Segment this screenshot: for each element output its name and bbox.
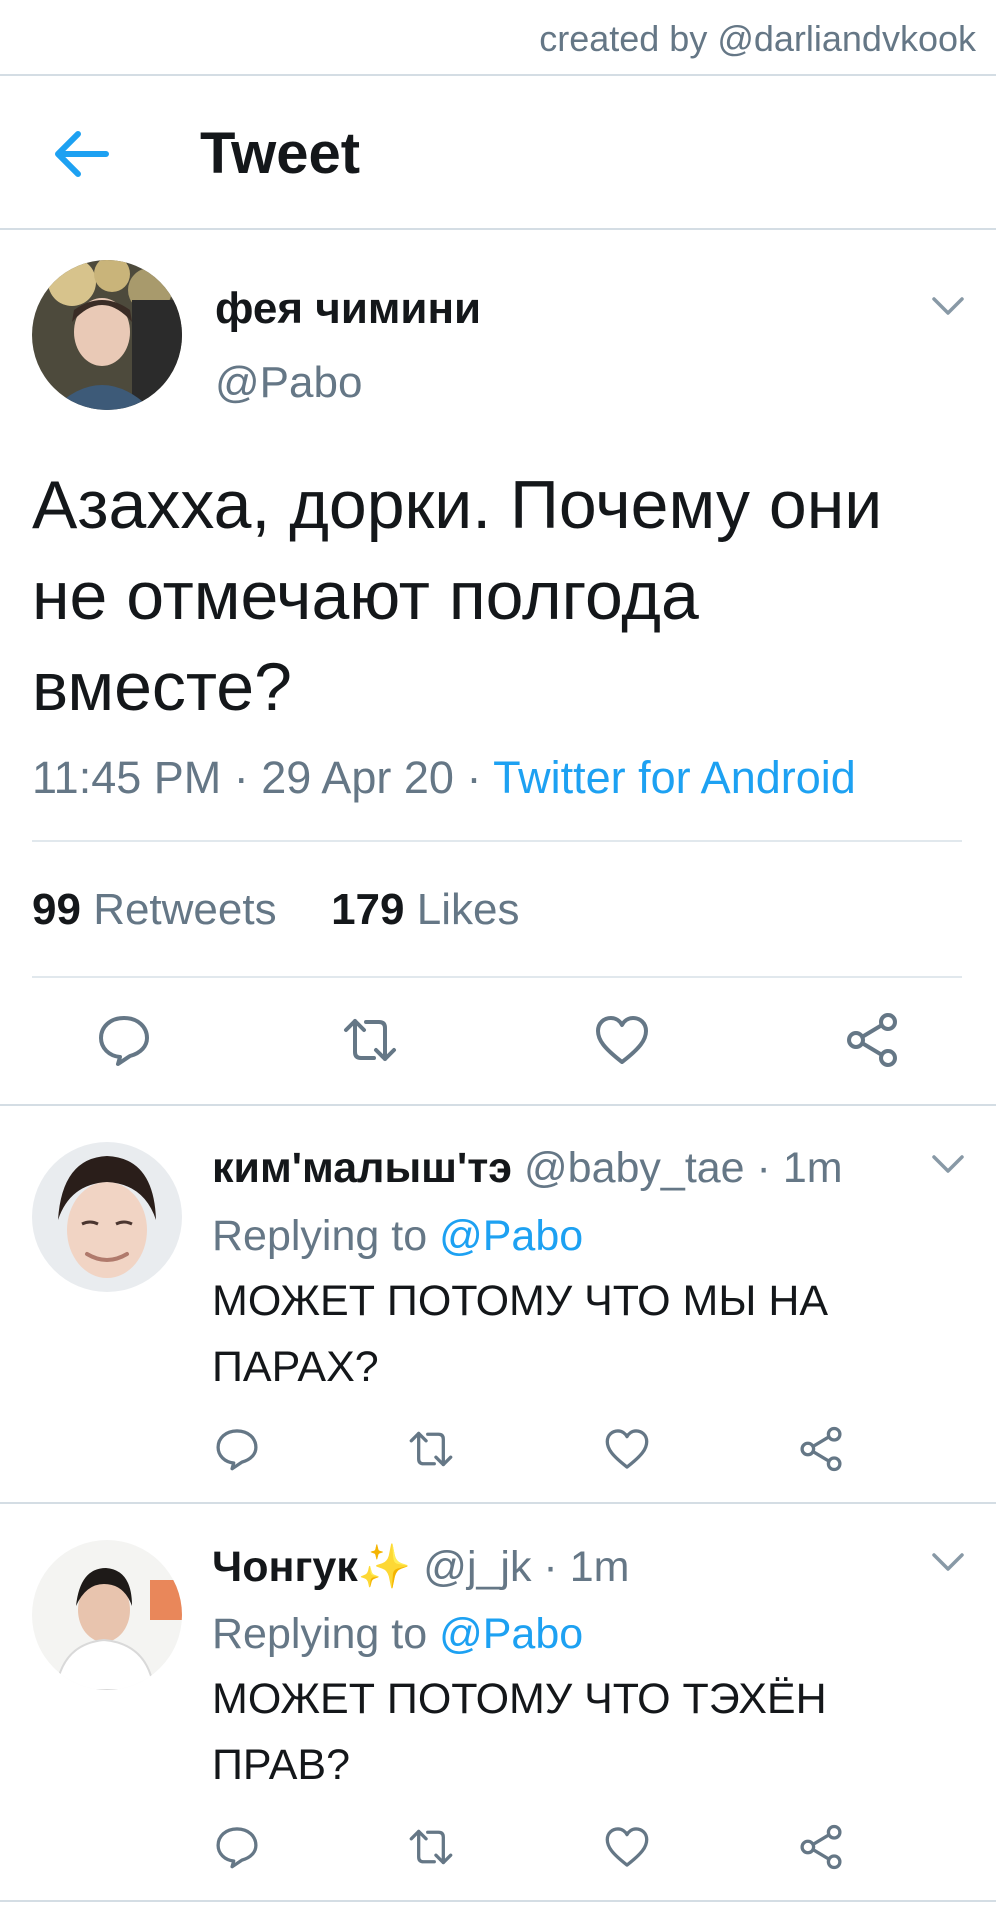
reply-author-name[interactable]: Чонгук [212,1543,358,1591]
reply-text: МОЖЕТ ПОТОМУ ЧТО ТЭХЁН ПРАВ? [212,1675,827,1789]
meta-separator: · [453,752,494,803]
reply-button[interactable] [96,1012,152,1068]
divider [0,1900,996,1902]
author-name[interactable]: фея чимини [215,284,481,334]
reply-icon [216,1429,258,1471]
meta-separator: · [531,1543,570,1591]
meta-separator: · [744,1144,783,1192]
share-icon [847,1013,897,1067]
replying-to: Replying to @Pabo [212,1212,583,1261]
avatar[interactable] [32,260,182,410]
likes-count: 179 [331,885,405,934]
replying-to: Replying to @Pabo [212,1610,583,1659]
avatar[interactable] [32,1142,182,1292]
retweet-icon [344,1019,396,1061]
reply-time: 1m [569,1543,630,1591]
more-options-button[interactable] [930,1550,966,1574]
chevron-down-icon [932,1553,964,1571]
retweets-stat[interactable]: 99 Retweets [32,885,277,934]
page-title: Tweet [200,121,361,186]
like-button[interactable] [604,1426,650,1472]
replying-prefix: Replying to [212,1610,428,1658]
divider [0,1502,996,1504]
retweet-icon [409,1431,453,1467]
tweet-source-link[interactable]: Twitter for Android [493,752,856,803]
share-icon [800,1824,842,1870]
reply-header: Чонгук✨ @j_jk · 1m [212,1542,629,1592]
reply-icon [99,1016,149,1066]
like-button[interactable] [594,1012,650,1068]
like-button[interactable] [604,1824,650,1870]
header-divider [0,228,996,230]
chevron-down-icon [932,1155,964,1173]
replying-to-handle[interactable]: @Pabo [439,1212,583,1260]
avatar[interactable] [32,1540,182,1690]
reply-header: ким'малыш'тэ @baby_tae · 1m [212,1144,843,1193]
retweet-button[interactable] [408,1426,454,1472]
top-divider [0,74,996,76]
retweets-label: Retweets [93,885,277,934]
share-button[interactable] [798,1426,844,1472]
heart-icon [605,1429,649,1469]
reply-text: МОЖЕТ ПОТОМУ ЧТО МЫ НА ПАРАХ? [212,1277,829,1391]
divider [0,1104,996,1106]
tweet-text: Азахха, дорки. Почему они не отмечают по… [32,467,883,725]
tweet-date: 29 Apr 20 [261,752,454,803]
tweet-stats: 99 Retweets 179 Likes [32,885,519,935]
reply-author-handle[interactable]: @j_jk [423,1543,531,1591]
retweet-icon [409,1829,453,1865]
divider [32,840,962,842]
reply-icon [216,1827,258,1869]
divider [32,976,962,978]
meta-separator: · [221,752,262,803]
reply-author-handle[interactable]: @baby_tae [524,1144,745,1192]
reply-time: 1m [782,1144,843,1192]
retweet-button[interactable] [342,1012,398,1068]
more-options-button[interactable] [930,1152,966,1176]
credit-watermark: created by @darliandvkook [539,18,976,59]
tweet-time: 11:45 PM [32,752,222,803]
back-button[interactable] [50,128,110,180]
chevron-down-icon [932,297,964,315]
likes-label: Likes [416,885,520,934]
reply-author-name[interactable]: ким'малыш'тэ [212,1144,512,1192]
tweet-meta: 11:45 PM · 29 Apr 20 · Twitter for Andro… [32,752,856,804]
heart-icon [596,1016,648,1064]
arrow-left-icon [55,131,109,177]
retweets-count: 99 [32,885,81,934]
share-button[interactable] [844,1012,900,1068]
heart-icon [605,1827,649,1867]
share-icon [800,1426,842,1472]
likes-stat[interactable]: 179 Likes [331,885,519,934]
more-options-button[interactable] [930,294,966,318]
replying-prefix: Replying to [212,1212,428,1260]
share-button[interactable] [798,1824,844,1870]
replying-to-handle[interactable]: @Pabo [439,1610,583,1658]
sparkles-emoji: ✨ [357,1543,412,1591]
retweet-button[interactable] [408,1824,454,1870]
reply-button[interactable] [214,1426,260,1472]
author-handle[interactable]: @Pabo [215,358,362,408]
reply-button[interactable] [214,1824,260,1870]
